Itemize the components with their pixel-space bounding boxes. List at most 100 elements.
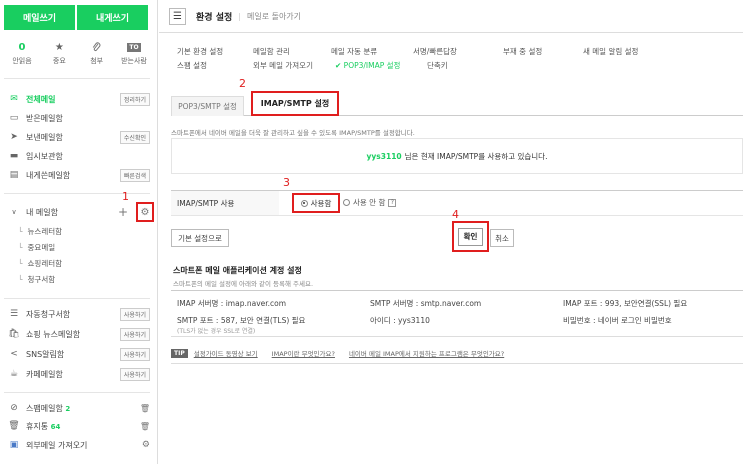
to-icon: TO [127,42,141,52]
my-mailbox-label: 내 메일함 [26,207,58,217]
annotation-4: 4 [452,208,459,221]
write-to-self-button[interactable]: 내게쓰기 [77,5,148,30]
add-mailbox-icon[interactable]: + [118,205,128,219]
cafe-icon: ☕ [9,369,19,379]
protocol-tabs: POP3/SMTP 설정 IMAP/SMTP 설정 [171,91,743,116]
folder-self[interactable]: ▤ 내게쓴메일함 빠른검색 [8,167,150,183]
external-settings-gear-icon[interactable]: ⚙ [142,440,150,450]
attachment-icon [79,40,115,54]
status-text: 님은 현재 IMAP/SMTP를 사용하고 있습니다. [404,151,548,161]
confirm-button[interactable]: 확인 [458,227,483,246]
spam-icon: ⊘ [10,403,18,413]
share-icon: < [10,349,18,359]
shopping-icon: 🛍 [8,329,20,339]
organize-button[interactable]: 정리하기 [119,92,150,106]
tip-link-programs[interactable]: 네이버 메일 IMAP에서 지원하는 프로그램은 무엇인가요? [349,348,504,358]
trash-icon: 🗑 [8,421,20,431]
menu-icon[interactable]: ☰ [169,7,186,25]
settings-link[interactable]: 기본 환경 설정 [177,46,223,57]
chevron-down-icon: ∨ [11,208,17,216]
quick-attachment[interactable]: 첨부 [79,40,115,66]
service-sns[interactable]: < SNS알림함 사용하기 [8,346,150,362]
folder-spam[interactable]: ⊘ 스팸메일함 2 🗑 [8,400,150,416]
write-mail-button[interactable]: 메일쓰기 [4,5,75,30]
my-mailbox-header[interactable]: ∨ 내 메일함 + [8,204,128,220]
service-label: 쇼핑 뉴스메일함 [26,329,81,339]
radio-enable[interactable]: 사용함 [292,193,340,213]
settings-link[interactable]: 단축키 [427,60,448,71]
use-button[interactable]: 사용하기 [119,347,150,361]
settings-link[interactable]: 외부 메일 가져오기 [253,60,313,71]
settings-link[interactable]: 부재 중 설정 [503,46,542,57]
account-id: 아이디 : yys3110 [370,316,430,325]
description: 스마트폰에서 네이버 메일을 더욱 잘 관리하고 싶을 수 있도록 IMAP/S… [171,129,415,137]
quick-label: 받는사람 [121,57,147,65]
tip-link-imap[interactable]: IMAP이란 무엇인가요? [272,348,335,358]
help-icon[interactable]: ? [388,198,397,207]
folder-all[interactable]: ✉ 전체메일 정리하기 [8,91,150,107]
settings-link[interactable]: 새 메일 알림 설정 [583,46,638,57]
tab-pop3-smtp[interactable]: POP3/SMTP 설정 [171,96,244,116]
tab-imap-smtp[interactable]: IMAP/SMTP 설정 [251,91,339,116]
settings-link[interactable]: 메일함 관리 [253,46,290,57]
cancel-button[interactable]: 취소 [490,229,514,247]
status-notice: yys3110 님은 현재 IMAP/SMTP를 사용하고 있습니다. [171,138,743,174]
quick-search-button[interactable]: 빠른검색 [119,168,150,182]
service-shopping[interactable]: 🛍 쇼핑 뉴스메일함 사용하기 [8,326,150,342]
radio-disable[interactable]: 사용 안 함 ? [343,197,397,208]
bill-icon: ☰ [9,309,19,319]
tip-link-video[interactable]: 설정가이드 동영상 보기 [194,348,258,358]
service-bill[interactable]: ☰ 자동청구서함 사용하기 [8,306,150,322]
use-button[interactable]: 사용하기 [119,327,150,341]
folder-trash[interactable]: 🗑 휴지통 64 🗑 [8,418,150,434]
mailbox-item[interactable]: └ 중요메일 [18,240,138,254]
annotation-2: 2 [239,77,246,90]
radio-icon [343,199,350,206]
use-button[interactable]: 사용하기 [119,307,150,321]
settings-link[interactable]: 메일 자동 분류 [331,46,377,57]
use-button[interactable]: 사용하기 [119,367,150,381]
quick-to[interactable]: TO 받는사람 [116,40,152,66]
draft-icon: ▬ [9,151,19,161]
quick-label: 첨부 [90,57,104,65]
settings-link[interactable]: 스팸 설정 [177,60,207,71]
divider [171,363,743,364]
quick-unread[interactable]: 0 안읽음 [4,40,40,66]
mailbox-settings-gear-icon[interactable]: ⚙ [136,202,154,222]
imap-port: IMAP 포트 : 993, 보안연결(SSL) 필요 [563,299,688,308]
service-cafe[interactable]: ☕ 카페메일함 사용하기 [8,366,150,382]
radio-label: 사용 안 함 [353,198,386,207]
folder-received[interactable]: ▭ 받은메일함 [8,110,150,126]
folder-label: 임시보관함 [26,151,63,161]
folder-external[interactable]: ▣ 외부메일 가져오기 ⚙ [8,437,150,453]
folder-draft[interactable]: ▬ 임시보관함 [8,148,150,164]
smtp-server: SMTP 서버명 : smtp.naver.com [370,299,482,308]
quick-label: 안읽음 [12,57,32,65]
back-to-mail-link[interactable]: 메일로 돌아가기 [247,11,301,22]
read-receipt-button[interactable]: 수신확인 [119,130,150,144]
divider: | [238,11,241,21]
settings-link-active[interactable]: ✔ POP3/IMAP 설정 [335,60,400,71]
inbox-icon: ✉ [10,94,18,104]
tip-badge: TIP [171,348,188,358]
annotation-1: 1 [122,190,129,203]
settings-link[interactable]: 서명/빠른답장 [413,46,457,57]
quick-filters: 0 안읽음 ★ 중요 첨부 TO 받는사람 [4,40,152,66]
quick-important[interactable]: ★ 중요 [41,40,77,66]
user-id: yys3110 [366,151,402,161]
mailbox-item[interactable]: └ 쇼핑레터함 [18,256,138,270]
empty-trash-icon[interactable]: 🗑 [140,422,150,431]
service-label: 카페메일함 [26,369,63,379]
page-title: 환경 설정 [196,12,233,23]
reset-default-button[interactable]: 기본 설정으로 [171,229,229,247]
mailbox-item[interactable]: └ 뉴스레터함 [18,224,138,238]
account-settings-table: IMAP 서버명 : imap.naver.com SMTP 서버명 : smt… [171,290,743,337]
folder-sent[interactable]: ➤ 보낸메일함 수신확인 [8,129,150,145]
account-section-title: 스마트폰 메일 애플리케이션 계정 설정 [173,266,302,275]
folder-label: 외부메일 가져오기 [26,440,88,450]
receive-icon: ▭ [9,113,19,123]
folder-label: 보낸메일함 [26,132,63,142]
empty-spam-icon[interactable]: 🗑 [140,404,150,413]
mailbox-item[interactable]: └ 청구서함 [18,272,138,286]
folder-label: 스팸메일함 2 [26,403,71,413]
